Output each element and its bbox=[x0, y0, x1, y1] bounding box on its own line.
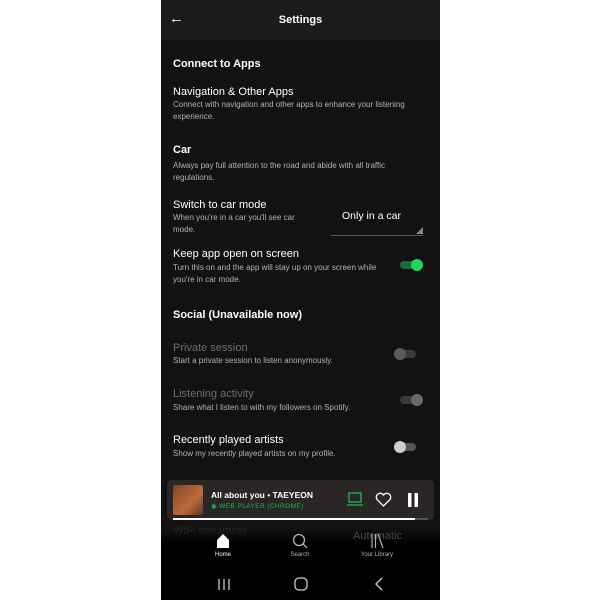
track-title: All about you • TAEYEON bbox=[211, 490, 313, 500]
home-icon bbox=[217, 534, 229, 548]
listening-activity-label: Listening activity bbox=[173, 388, 254, 400]
dropdown-arrow-icon bbox=[416, 227, 423, 234]
mini-player[interactable]: All about you • TAEYEON ◉ WEB PLAYER (CH… bbox=[167, 480, 434, 520]
nav-library-label: Your Library bbox=[360, 552, 394, 558]
recent-artists-toggle[interactable] bbox=[394, 441, 417, 453]
car-mode-value: Only in a car bbox=[342, 210, 401, 222]
private-session-desc: Start a private session to listen anonym… bbox=[173, 356, 333, 365]
car-desc: Always pay full attention to the road an… bbox=[173, 161, 385, 182]
private-session-label: Private session bbox=[173, 342, 248, 354]
navigation-apps-item[interactable]: Navigation & Other Apps bbox=[173, 86, 293, 98]
devices-icon[interactable] bbox=[347, 492, 363, 506]
heart-icon[interactable] bbox=[375, 492, 392, 507]
nav-home-label: Home bbox=[214, 552, 231, 558]
system-nav-bar bbox=[161, 570, 440, 600]
car-mode-dropdown[interactable]: Only in a car bbox=[330, 200, 423, 236]
back-nav-icon[interactable] bbox=[374, 577, 384, 591]
album-art bbox=[173, 485, 203, 515]
section-connect: Connect to Apps bbox=[173, 58, 261, 70]
pause-icon[interactable] bbox=[407, 493, 419, 507]
device-label: ◉ WEB PLAYER (CHROME) bbox=[211, 503, 304, 510]
page-title: Settings bbox=[278, 14, 323, 26]
listening-activity-desc: Share what I listen to with my followers… bbox=[173, 403, 351, 412]
car-mode-label: Switch to car mode bbox=[173, 199, 267, 211]
search-icon bbox=[292, 533, 308, 549]
recent-artists-label: Recently played artists bbox=[173, 434, 284, 446]
section-social: Social (Unavailable now) bbox=[173, 309, 302, 321]
navigation-apps-desc: Connect with navigation and other apps t… bbox=[173, 100, 405, 121]
nav-search-label: Search bbox=[290, 552, 310, 558]
recent-apps-icon[interactable] bbox=[217, 578, 231, 591]
section-car: Car bbox=[173, 144, 192, 156]
recent-artists-desc: Show my recently played artists on my pr… bbox=[173, 449, 336, 458]
nav-home[interactable]: Home bbox=[193, 533, 253, 558]
wifi-streaming-value: Automatic bbox=[353, 530, 402, 542]
home-button-icon[interactable] bbox=[294, 577, 308, 591]
phone-screen: ← Settings Connect to Apps Navigation & … bbox=[161, 0, 440, 600]
listening-activity-toggle[interactable] bbox=[400, 394, 423, 406]
keep-open-toggle[interactable] bbox=[400, 259, 423, 271]
progress-bar[interactable] bbox=[173, 518, 416, 520]
keep-open-label: Keep app open on screen bbox=[173, 248, 299, 260]
nav-search[interactable]: Search bbox=[270, 533, 330, 558]
car-mode-desc: When you're in a car you'll see car mode… bbox=[173, 213, 295, 234]
private-session-toggle[interactable] bbox=[394, 348, 417, 360]
keep-open-desc: Turn this on and the app will stay up on… bbox=[173, 263, 377, 284]
device-name: WEB PLAYER (CHROME) bbox=[219, 503, 304, 510]
